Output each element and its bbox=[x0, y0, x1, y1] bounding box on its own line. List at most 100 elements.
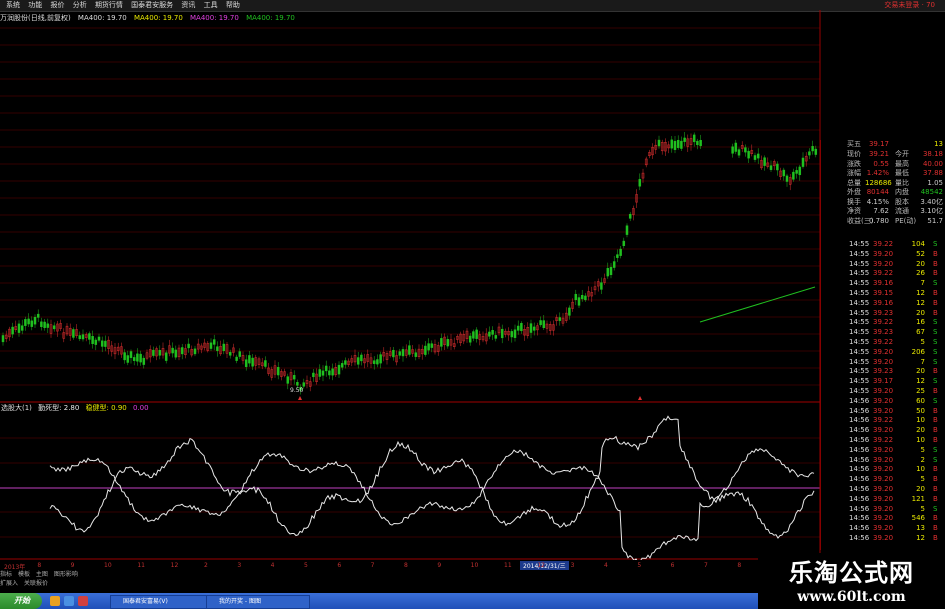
candle-body bbox=[401, 349, 405, 357]
quote-top-right: 13 bbox=[934, 140, 943, 148]
candle-body bbox=[488, 331, 491, 337]
quicklaunch-icon[interactable] bbox=[50, 596, 60, 606]
candle-body bbox=[785, 175, 789, 182]
quicklaunch-icon[interactable] bbox=[78, 596, 88, 606]
tick-volume: 20 bbox=[916, 259, 925, 268]
status-tab-related[interactable]: 关联报价 bbox=[24, 580, 48, 587]
tick-price: 39.16 bbox=[873, 279, 894, 288]
quote-label: 内盘 bbox=[895, 188, 909, 196]
candle-body bbox=[216, 346, 219, 351]
tick-side: B bbox=[933, 289, 938, 297]
tick-volume: 121 bbox=[911, 494, 925, 503]
tick-side: B bbox=[933, 524, 938, 533]
candle-body bbox=[606, 268, 610, 277]
status-tab-extend[interactable]: 扩展入 bbox=[0, 580, 18, 587]
status-tab-indicator[interactable]: 指标 bbox=[0, 571, 12, 578]
candle-body bbox=[600, 282, 603, 290]
quicklaunch-icon[interactable] bbox=[64, 596, 74, 606]
tick-side: S bbox=[933, 455, 938, 464]
candle-body bbox=[264, 360, 267, 367]
quote-value: 4.15% bbox=[866, 197, 889, 206]
tick-side: B bbox=[933, 514, 938, 523]
candle-body bbox=[123, 352, 126, 361]
tick-side: S bbox=[933, 377, 938, 386]
candle-body bbox=[580, 294, 584, 300]
date-tick-label: 12 bbox=[170, 562, 179, 569]
watermark-title: 乐淘公式网 bbox=[789, 558, 914, 587]
candle-body bbox=[88, 333, 91, 340]
tick-time: 14:56 bbox=[849, 426, 870, 435]
tick-volume: 26 bbox=[916, 269, 925, 278]
tick-side: B bbox=[933, 406, 938, 415]
candle-body bbox=[398, 351, 402, 356]
status-tab-graph[interactable]: 图形影响 bbox=[54, 571, 78, 578]
candle-body bbox=[616, 254, 619, 258]
tick-price: 39.20 bbox=[873, 387, 894, 395]
tick-side: B bbox=[933, 387, 938, 395]
tick-price: 39.20 bbox=[873, 475, 894, 484]
status-tab-template[interactable]: 模板 bbox=[18, 571, 30, 578]
tick-price: 39.20 bbox=[873, 347, 894, 356]
quote-label: 量比 bbox=[895, 178, 909, 187]
candle-body bbox=[475, 329, 478, 339]
candle-body bbox=[529, 323, 533, 333]
tick-side: B bbox=[933, 494, 938, 503]
tick-time: 14:55 bbox=[849, 347, 870, 356]
tick-row: 14:55 39.22 5 S bbox=[821, 338, 945, 347]
candle-body bbox=[244, 359, 248, 367]
tick-price: 39.23 bbox=[873, 308, 894, 317]
start-button[interactable]: 开始 bbox=[0, 593, 42, 609]
quote-label: 涨幅 bbox=[847, 169, 861, 177]
tick-row: 14:56 39.20 13 B bbox=[821, 524, 945, 533]
tick-volume: 10 bbox=[916, 436, 925, 444]
date-tick-label: 7 bbox=[370, 562, 375, 569]
taskbar-task-trading-app[interactable]: 国泰君安富易(V) bbox=[110, 595, 216, 609]
candle-body bbox=[472, 331, 475, 339]
tick-side: S bbox=[933, 347, 938, 356]
tick-price: 39.20 bbox=[873, 396, 894, 405]
candle-body bbox=[769, 165, 773, 170]
date-tick-label: 2 bbox=[204, 562, 208, 569]
tick-volume: 67 bbox=[916, 328, 925, 337]
candle-body bbox=[622, 240, 626, 247]
candle-body bbox=[612, 261, 616, 268]
tick-row: 14:56 39.20 5 S bbox=[821, 446, 945, 455]
tick-row: 14:55 39.23 67 S bbox=[821, 328, 945, 337]
date-tick-label: 10 bbox=[470, 562, 479, 569]
tick-volume: 16 bbox=[916, 318, 925, 327]
tick-time: 14:55 bbox=[849, 259, 870, 268]
tick-price: 39.20 bbox=[873, 455, 894, 464]
candle-body bbox=[372, 360, 376, 364]
tick-time: 14:56 bbox=[849, 534, 870, 542]
candle-body bbox=[100, 340, 104, 347]
candle-body bbox=[568, 307, 571, 316]
tick-side: B bbox=[933, 485, 938, 493]
kline-chart[interactable]: 32.0030.0028.0024.5022.0020.0018.0016.00… bbox=[0, 0, 945, 560]
tick-side: B bbox=[933, 308, 938, 317]
candle-body bbox=[238, 351, 242, 357]
candle-body bbox=[795, 170, 798, 174]
taskbar-task-browser[interactable]: 我的开奖 - 图图 bbox=[206, 595, 310, 609]
quote-row: 总量 128686 量比 1.05 bbox=[821, 179, 945, 188]
candle-body bbox=[337, 364, 341, 375]
candle-body bbox=[628, 213, 632, 219]
date-tick-label: 8 bbox=[737, 562, 742, 569]
tick-side: S bbox=[933, 504, 938, 513]
candle-body bbox=[94, 339, 98, 345]
tick-price: 39.22 bbox=[873, 416, 894, 425]
candle-body bbox=[376, 359, 379, 365]
candle-body bbox=[811, 146, 814, 152]
candle-body bbox=[171, 347, 174, 354]
candle-body bbox=[734, 142, 738, 152]
tick-row: 14:56 39.20 12 B bbox=[821, 534, 945, 543]
tick-volume: 12 bbox=[916, 298, 925, 307]
date-tick-label: 7 bbox=[704, 562, 708, 569]
candle-body bbox=[209, 342, 213, 349]
candle-body bbox=[814, 148, 818, 155]
candle-body bbox=[328, 370, 331, 376]
date-tick-label: 3 bbox=[237, 562, 242, 569]
status-tab-main[interactable]: 主图 bbox=[36, 571, 48, 578]
date-tick-label: 6 bbox=[337, 562, 342, 569]
candle-body bbox=[808, 151, 811, 156]
quote-panel: 买五 39.17 13 现价 39.21 今开 38.18 涨跌 0.55 最高 40.00 涨… bbox=[820, 140, 945, 550]
